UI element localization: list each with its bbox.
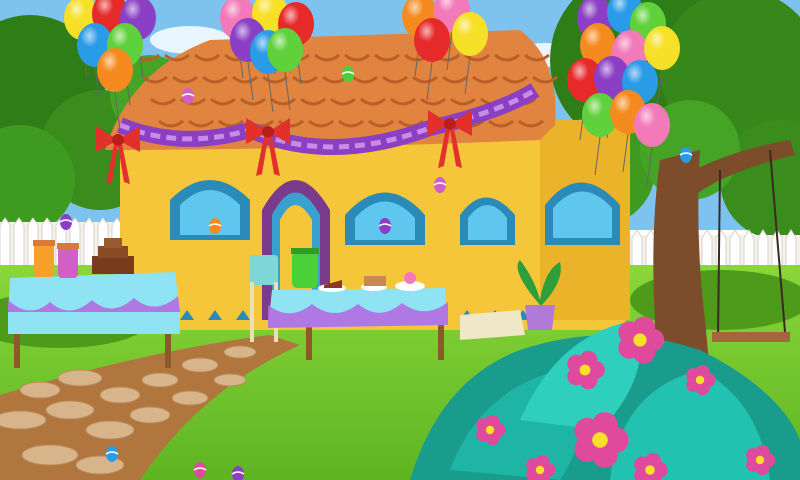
path-stone bbox=[99, 386, 141, 404]
juice-jar-icon bbox=[57, 243, 79, 278]
path-stone bbox=[181, 357, 219, 373]
porch-step bbox=[460, 310, 525, 340]
easter-egg-icon bbox=[181, 88, 195, 104]
path-stone bbox=[213, 373, 247, 387]
easter-egg-icon bbox=[208, 218, 222, 234]
path-stone bbox=[45, 400, 95, 420]
juice-jar-icon bbox=[33, 240, 55, 277]
path-stone bbox=[57, 369, 103, 387]
path-stone bbox=[171, 390, 209, 406]
green-jar-icon bbox=[291, 248, 319, 288]
path-stone bbox=[19, 381, 61, 399]
path-stone bbox=[223, 345, 257, 359]
path-stone bbox=[0, 410, 47, 430]
path-stone bbox=[141, 372, 179, 388]
path-stone bbox=[129, 406, 171, 424]
path-stone bbox=[85, 420, 135, 440]
easter-egg-icon bbox=[679, 147, 693, 163]
party-scene bbox=[0, 0, 800, 480]
easter-egg-icon bbox=[105, 446, 119, 462]
easter-egg-icon bbox=[378, 218, 392, 234]
easter-egg-icon bbox=[59, 214, 73, 230]
cake-icon bbox=[361, 276, 387, 291]
path-stone bbox=[21, 444, 79, 466]
easter-egg-icon bbox=[433, 177, 447, 193]
easter-egg-icon bbox=[341, 66, 355, 82]
easter-egg-icon bbox=[193, 462, 207, 478]
